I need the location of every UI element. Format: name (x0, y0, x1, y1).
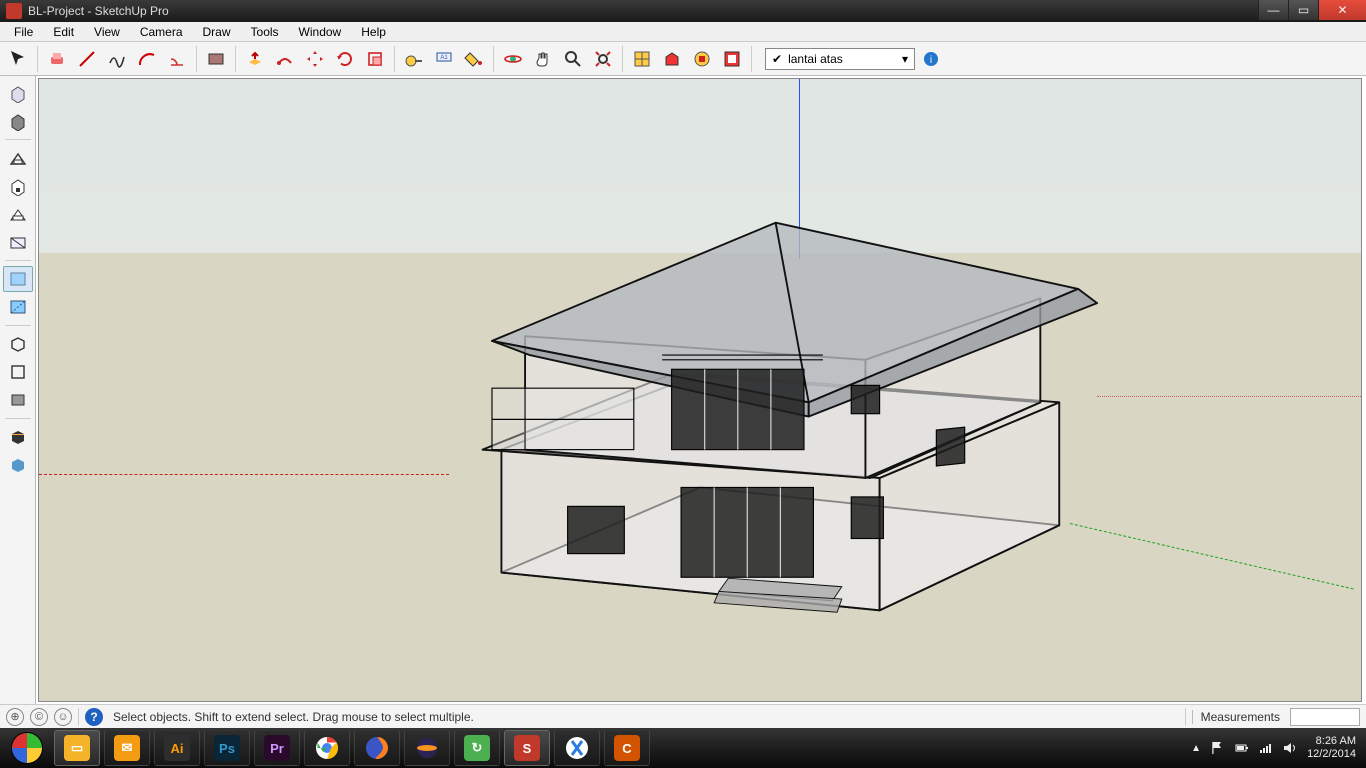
style-shaded-icon[interactable] (3, 108, 33, 134)
tape-measure-tool-icon[interactable] (400, 45, 428, 73)
system-tray: ▲ 8:26 AM 12/2/2014 (1191, 735, 1362, 760)
tray-time: 8:26 AM (1307, 735, 1356, 748)
tray-date: 12/2/2014 (1307, 748, 1356, 761)
push-pull-tool-icon[interactable] (241, 45, 269, 73)
protractor-tool-icon[interactable] (163, 45, 191, 73)
tray-volume-icon[interactable] (1283, 741, 1297, 755)
taskbar-mail-icon[interactable]: ✉ (104, 730, 150, 766)
taskbar-firefox-icon[interactable] (354, 730, 400, 766)
style-wireframe-icon[interactable] (3, 145, 33, 171)
top-view-icon[interactable] (3, 359, 33, 385)
face-style-back-edges-icon[interactable] (3, 294, 33, 320)
menubar: File Edit View Camera Draw Tools Window … (0, 22, 1366, 42)
face-style-xray-icon[interactable] (3, 266, 33, 292)
menu-file[interactable]: File (4, 23, 43, 41)
axis-x-far-icon (1097, 396, 1361, 397)
taskbar-utility-icon[interactable]: ↻ (454, 730, 500, 766)
taskbar-explorer-icon[interactable]: ▭ (54, 730, 100, 766)
freehand-tool-icon[interactable] (103, 45, 131, 73)
section-plane-icon[interactable] (3, 424, 33, 450)
start-button[interactable] (4, 730, 50, 766)
axis-x-icon (39, 474, 449, 475)
pan-tool-icon[interactable] (529, 45, 557, 73)
menu-tools[interactable]: Tools (241, 23, 289, 41)
section-display-icon[interactable] (3, 452, 33, 478)
eraser-tool-icon[interactable] (43, 45, 71, 73)
tray-show-hidden-icon[interactable]: ▲ (1191, 743, 1201, 754)
tray-wifi-icon[interactable] (1259, 741, 1273, 755)
menu-edit[interactable]: Edit (43, 23, 84, 41)
measurements-input[interactable] (1290, 708, 1360, 726)
app-icon (6, 3, 22, 19)
select-tool-icon[interactable] (4, 45, 32, 73)
window-minimize-button[interactable]: — (1258, 0, 1288, 20)
zoom-extents-tool-icon[interactable] (589, 45, 617, 73)
model-house (396, 166, 1136, 639)
taskbar-chrome-icon[interactable] (304, 730, 350, 766)
menu-camera[interactable]: Camera (130, 23, 193, 41)
style-xray-icon[interactable] (3, 229, 33, 255)
layer-selector[interactable]: ✔ lantai atas ▾ (765, 48, 915, 70)
rectangle-tool-icon[interactable] (202, 45, 230, 73)
style-hidden-line-icon[interactable] (3, 173, 33, 199)
tray-battery-icon[interactable] (1235, 741, 1249, 755)
taskbar-eclipse-icon[interactable] (404, 730, 450, 766)
layout-tool-icon[interactable] (718, 45, 746, 73)
statusbar: ⊕ © ☺ ? Select objects. Shift to extend … (0, 704, 1366, 728)
svg-text:i: i (930, 55, 932, 66)
style-monochrome-icon[interactable] (3, 201, 33, 227)
windows-taskbar: ▭ ✉ Ai Ps Pr ↻ S C ▲ 8:26 AM 12/2/2014 (0, 728, 1366, 768)
menu-draw[interactable]: Draw (193, 23, 241, 41)
tray-clock[interactable]: 8:26 AM 12/2/2014 (1307, 735, 1356, 760)
tray-flag-icon[interactable] (1211, 741, 1225, 755)
rotate-tool-icon[interactable] (331, 45, 359, 73)
dropdown-arrow-icon: ▾ (902, 52, 908, 66)
status-hint: Select objects. Shift to extend select. … (113, 710, 474, 724)
extension-warehouse-tool-icon[interactable] (688, 45, 716, 73)
geolocation-tool-icon[interactable] (628, 45, 656, 73)
layer-manager-icon[interactable]: i (917, 45, 945, 73)
user-status-icon[interactable]: ☺ (54, 708, 72, 726)
scale-tool-icon[interactable] (361, 45, 389, 73)
layer-selected-name: lantai atas (788, 52, 843, 66)
help-status-icon[interactable]: ? (85, 708, 103, 726)
window-close-button[interactable]: ✕ (1318, 0, 1366, 20)
style-shaded-textures-icon[interactable] (3, 80, 33, 106)
geo-status-icon[interactable]: ⊕ (6, 708, 24, 726)
taskbar-sketchup-icon[interactable]: S (504, 730, 550, 766)
taskbar-xampp-icon[interactable] (554, 730, 600, 766)
arc-tool-icon[interactable] (133, 45, 161, 73)
window-titlebar: BL-Project - SketchUp Pro — ▭ ✕ (0, 0, 1366, 22)
3d-viewport[interactable] (38, 78, 1362, 702)
measurements-label: Measurements (1192, 710, 1280, 724)
taskbar-illustrator-icon[interactable]: Ai (154, 730, 200, 766)
3d-warehouse-tool-icon[interactable] (658, 45, 686, 73)
iso-view-icon[interactable] (3, 331, 33, 357)
top-toolbar: A1 ✔ lantai atas ▾ i (0, 42, 1366, 76)
paint-bucket-tool-icon[interactable] (460, 45, 488, 73)
front-view-icon[interactable] (3, 387, 33, 413)
menu-view[interactable]: View (84, 23, 130, 41)
zoom-tool-icon[interactable] (559, 45, 587, 73)
svg-text:A1: A1 (440, 55, 448, 61)
layer-visible-check-icon: ✔ (772, 52, 782, 66)
dimension-tool-icon[interactable]: A1 (430, 45, 458, 73)
workarea (0, 76, 1366, 704)
windows-logo-icon (11, 732, 43, 764)
menu-window[interactable]: Window (289, 23, 352, 41)
menu-help[interactable]: Help (351, 23, 396, 41)
move-tool-icon[interactable] (301, 45, 329, 73)
window-maximize-button[interactable]: ▭ (1288, 0, 1318, 20)
orbit-tool-icon[interactable] (499, 45, 527, 73)
taskbar-photoshop-icon[interactable]: Ps (204, 730, 250, 766)
follow-me-tool-icon[interactable] (271, 45, 299, 73)
window-title: BL-Project - SketchUp Pro (28, 4, 1258, 18)
taskbar-premiere-icon[interactable]: Pr (254, 730, 300, 766)
line-tool-icon[interactable] (73, 45, 101, 73)
left-toolbar (0, 76, 36, 704)
credits-status-icon[interactable]: © (30, 708, 48, 726)
taskbar-ccleaner-icon[interactable]: C (604, 730, 650, 766)
